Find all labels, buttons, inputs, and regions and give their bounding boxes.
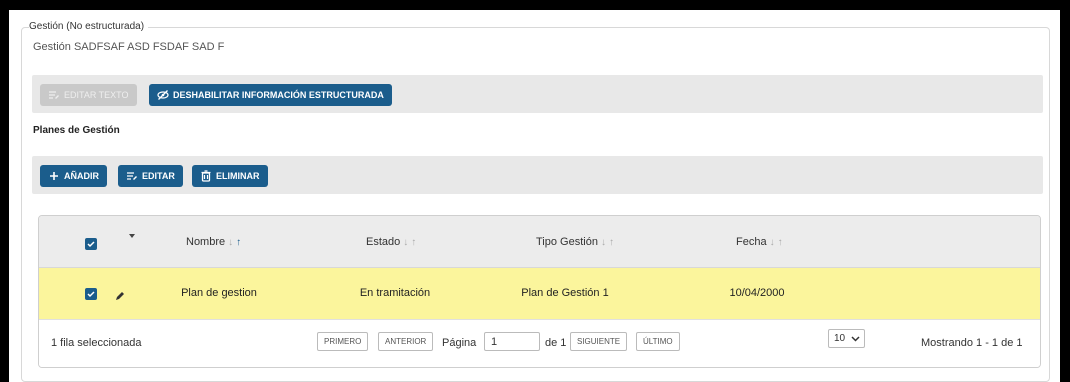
grid-footer: 1 fila seleccionada PRIMERO ANTERIOR Pág…: [39, 320, 1040, 367]
edit-button[interactable]: EDITAR: [118, 165, 183, 187]
sort-asc-icon[interactable]: ↑: [778, 237, 783, 248]
cell-fecha: 10/04/2000: [729, 287, 785, 299]
selected-count: 1 fila seleccionada: [51, 337, 142, 349]
cell-nombre: Plan de gestion: [181, 287, 257, 299]
page-label: Página: [442, 337, 477, 349]
row-checkbox[interactable]: [85, 288, 97, 300]
col-fecha-label: Fecha: [736, 236, 767, 248]
select-all-checkbox[interactable]: [85, 238, 97, 250]
sort-desc-icon[interactable]: ↓: [601, 237, 606, 248]
first-page-button[interactable]: PRIMERO: [317, 332, 369, 351]
col-tipo[interactable]: Tipo Gestión ↓ ↑: [536, 236, 614, 248]
last-page-button[interactable]: ÚLTIMO: [636, 332, 680, 351]
prev-page-button[interactable]: ANTERIOR: [378, 332, 434, 351]
plans-grid: Nombre ↓ ↑ Estado ↓ ↑ Tipo Gestión ↓ ↑ F…: [38, 215, 1041, 368]
section-title: Planes de Gestión: [33, 125, 120, 136]
disable-structured-button[interactable]: DESHABILITAR INFORMACIÓN ESTRUCTURADA: [149, 84, 392, 106]
page-size-value: 10: [834, 333, 846, 344]
page-frame: Gestión (No estructurada) Gestión SADFSA…: [9, 10, 1060, 382]
page-input[interactable]: 1: [484, 332, 540, 351]
delete-button[interactable]: ELIMINAR: [192, 165, 268, 187]
col-nombre[interactable]: Nombre ↓ ↑: [186, 236, 241, 248]
plus-icon: [50, 172, 58, 180]
col-nombre-label: Nombre: [186, 236, 226, 248]
edit-lines-icon: [127, 172, 137, 180]
pencil-icon[interactable]: [115, 290, 126, 301]
edit-lines-icon: [49, 91, 59, 99]
trash-icon: [201, 170, 211, 182]
next-page-button[interactable]: SIGUIENTE: [570, 332, 628, 351]
page-total: de 1: [545, 337, 567, 349]
showing-range: Mostrando 1 - 1 de 1: [921, 337, 1023, 349]
caret-down-icon[interactable]: [128, 233, 136, 239]
delete-label: ELIMINAR: [216, 171, 260, 181]
plans-toolbar: AÑADIR EDITAR ELIMINAR: [32, 156, 1043, 194]
disable-structured-label: DESHABILITAR INFORMACIÓN ESTRUCTURADA: [173, 90, 384, 100]
check-icon: [87, 291, 95, 298]
add-label: AÑADIR: [64, 171, 99, 181]
col-estado[interactable]: Estado ↓ ↑: [366, 236, 416, 248]
text-toolbar: EDITAR TEXTO DESHABILITAR INFORMACIÓN ES…: [32, 75, 1043, 113]
check-icon: [87, 241, 95, 248]
sort-desc-icon[interactable]: ↓: [228, 237, 233, 248]
cell-estado: En tramitación: [359, 287, 431, 299]
gestion-text: Gestión SADFSAF ASD FSDAF SAD F: [33, 41, 225, 53]
sort-asc-icon[interactable]: ↑: [236, 237, 241, 248]
fieldset-legend: Gestión (No estructurada): [29, 21, 149, 32]
col-tipo-label: Tipo Gestión: [536, 236, 598, 248]
page-size-select[interactable]: 10: [828, 329, 865, 348]
col-fecha[interactable]: Fecha ↓ ↑: [736, 236, 783, 248]
add-button[interactable]: AÑADIR: [40, 165, 107, 187]
sort-asc-icon[interactable]: ↑: [411, 237, 416, 248]
sort-desc-icon[interactable]: ↓: [770, 237, 775, 248]
grid-header: Nombre ↓ ↑ Estado ↓ ↑ Tipo Gestión ↓ ↑ F…: [39, 216, 1040, 268]
edit-text-label: EDITAR TEXTO: [64, 90, 129, 100]
eye-off-icon: [157, 90, 169, 100]
edit-label: EDITAR: [142, 171, 175, 181]
edit-text-button[interactable]: EDITAR TEXTO: [40, 84, 137, 106]
sort-asc-icon[interactable]: ↑: [609, 237, 614, 248]
sort-desc-icon[interactable]: ↓: [403, 237, 408, 248]
cell-tipo: Plan de Gestión 1: [521, 287, 609, 299]
col-estado-label: Estado: [366, 236, 401, 248]
table-row[interactable]: Plan de gestion En tramitación Plan de G…: [39, 268, 1040, 320]
chevron-down-icon: [851, 335, 860, 342]
